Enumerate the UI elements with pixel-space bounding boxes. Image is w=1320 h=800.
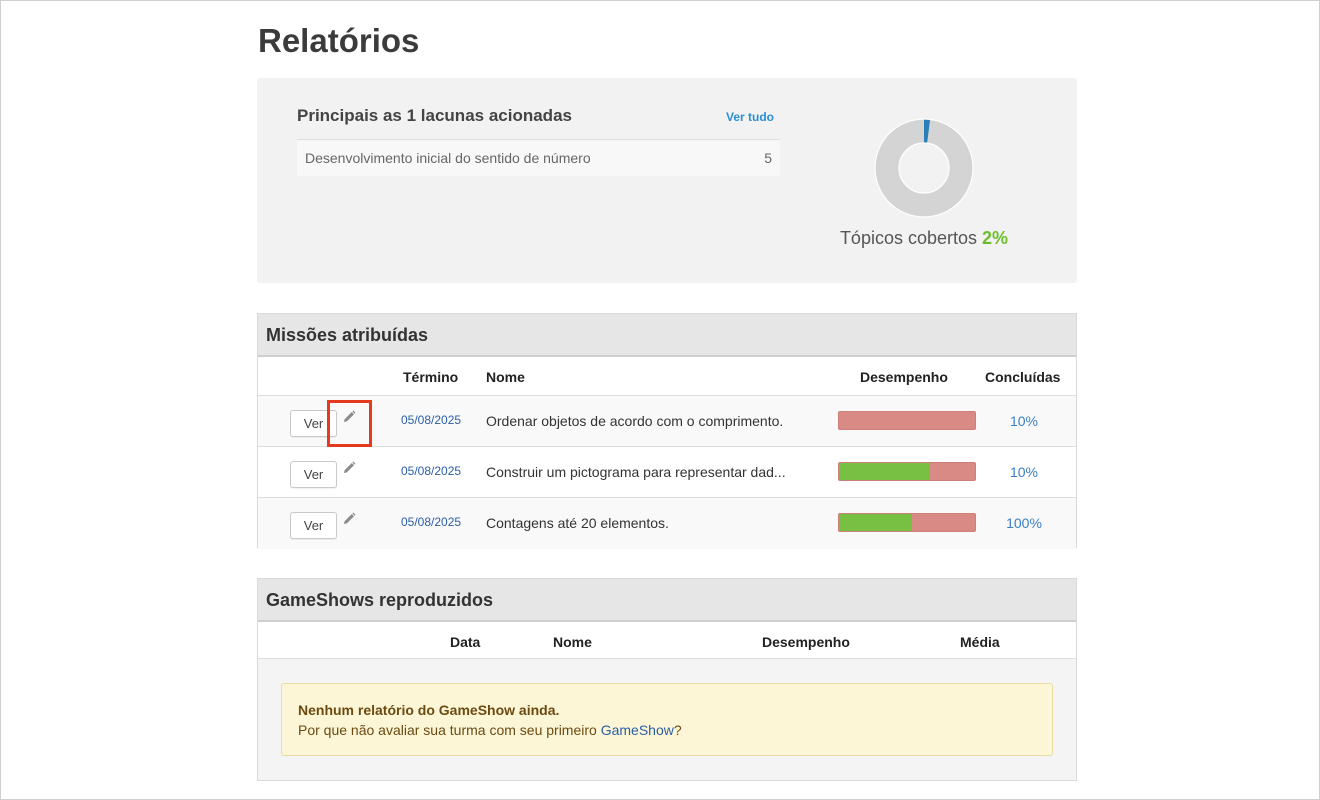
view-button[interactable]: Ver bbox=[290, 512, 337, 539]
view-button[interactable]: Ver bbox=[290, 410, 337, 437]
table-row: Ver 05/08/2025 Ordenar objetos de acordo… bbox=[258, 396, 1076, 447]
view-button[interactable]: Ver bbox=[290, 461, 337, 488]
performance-bar-fill bbox=[839, 514, 913, 531]
column-average[interactable]: Média bbox=[960, 634, 1000, 650]
empty-state-text-before: Por que não avaliar sua turma com seu pr… bbox=[298, 722, 601, 738]
table-row: Ver 05/08/2025 Construir um pictograma p… bbox=[258, 447, 1076, 498]
page-title: Relatórios bbox=[258, 22, 420, 59]
column-name[interactable]: Nome bbox=[486, 369, 525, 385]
empty-state-alert: Nenhum relatório do GameShow ainda. Por … bbox=[281, 683, 1053, 756]
row-name: Contagens até 20 elementos. bbox=[486, 515, 669, 531]
row-date[interactable]: 05/08/2025 bbox=[401, 464, 461, 478]
row-name: Ordenar objetos de acordo com o comprime… bbox=[486, 413, 784, 429]
pencil-icon[interactable] bbox=[341, 409, 357, 425]
performance-bar bbox=[838, 462, 976, 481]
pencil-icon[interactable] bbox=[341, 460, 357, 476]
row-completed[interactable]: 10% bbox=[988, 413, 1060, 429]
gap-row[interactable]: Desenvolvimento inicial do sentido de nú… bbox=[297, 139, 780, 176]
coverage-value: 2% bbox=[982, 228, 1009, 248]
gameshows-title: GameShows reproduzidos bbox=[258, 579, 1076, 622]
empty-state-text-after: ? bbox=[673, 722, 682, 738]
coverage-donut-hole-ring bbox=[898, 142, 950, 194]
pencil-icon[interactable] bbox=[341, 511, 357, 527]
coverage-caption: Tópicos cobertos 2% bbox=[817, 228, 1031, 249]
column-completed[interactable]: Concluídas bbox=[985, 369, 1060, 385]
assignments-panel: Missões atribuídas Término Nome Desempen… bbox=[257, 313, 1077, 549]
gameshows-column-headers: Data Nome Desempenho Média bbox=[258, 622, 1076, 659]
performance-bar bbox=[838, 411, 976, 430]
row-date[interactable]: 05/08/2025 bbox=[401, 413, 461, 427]
gap-count: 5 bbox=[764, 150, 772, 166]
empty-state-title: Nenhum relatório do GameShow ainda. bbox=[298, 702, 560, 718]
column-date[interactable]: Data bbox=[450, 634, 480, 650]
view-all-link[interactable]: Ver tudo bbox=[726, 110, 774, 124]
table-row: Ver 05/08/2025 Contagens até 20 elemento… bbox=[258, 498, 1076, 549]
coverage-donut bbox=[874, 118, 974, 218]
coverage-label: Tópicos cobertos bbox=[839, 228, 978, 248]
gap-name: Desenvolvimento inicial do sentido de nú… bbox=[305, 150, 591, 166]
row-date[interactable]: 05/08/2025 bbox=[401, 515, 461, 529]
empty-state-text: Por que não avaliar sua turma com seu pr… bbox=[298, 722, 682, 738]
gameshows-panel: GameShows reproduzidos Data Nome Desempe… bbox=[257, 578, 1077, 781]
assignments-column-headers: Término Nome Desempenho Concluídas bbox=[258, 357, 1076, 396]
performance-bar bbox=[838, 513, 976, 532]
row-completed[interactable]: 10% bbox=[988, 464, 1060, 480]
gameshow-link[interactable]: GameShow bbox=[601, 722, 674, 738]
performance-bar-fill bbox=[839, 463, 931, 480]
column-performance[interactable]: Desempenho bbox=[762, 634, 850, 650]
gaps-title: Principais as 1 lacunas acionadas bbox=[297, 106, 572, 125]
assignments-title: Missões atribuídas bbox=[258, 314, 1076, 357]
summary-panel: Principais as 1 lacunas acionadas Ver tu… bbox=[257, 78, 1077, 283]
row-name: Construir um pictograma para representar… bbox=[486, 464, 786, 480]
row-completed[interactable]: 100% bbox=[988, 515, 1060, 531]
column-end[interactable]: Término bbox=[403, 369, 458, 385]
column-name[interactable]: Nome bbox=[553, 634, 592, 650]
column-performance[interactable]: Desempenho bbox=[860, 369, 948, 385]
